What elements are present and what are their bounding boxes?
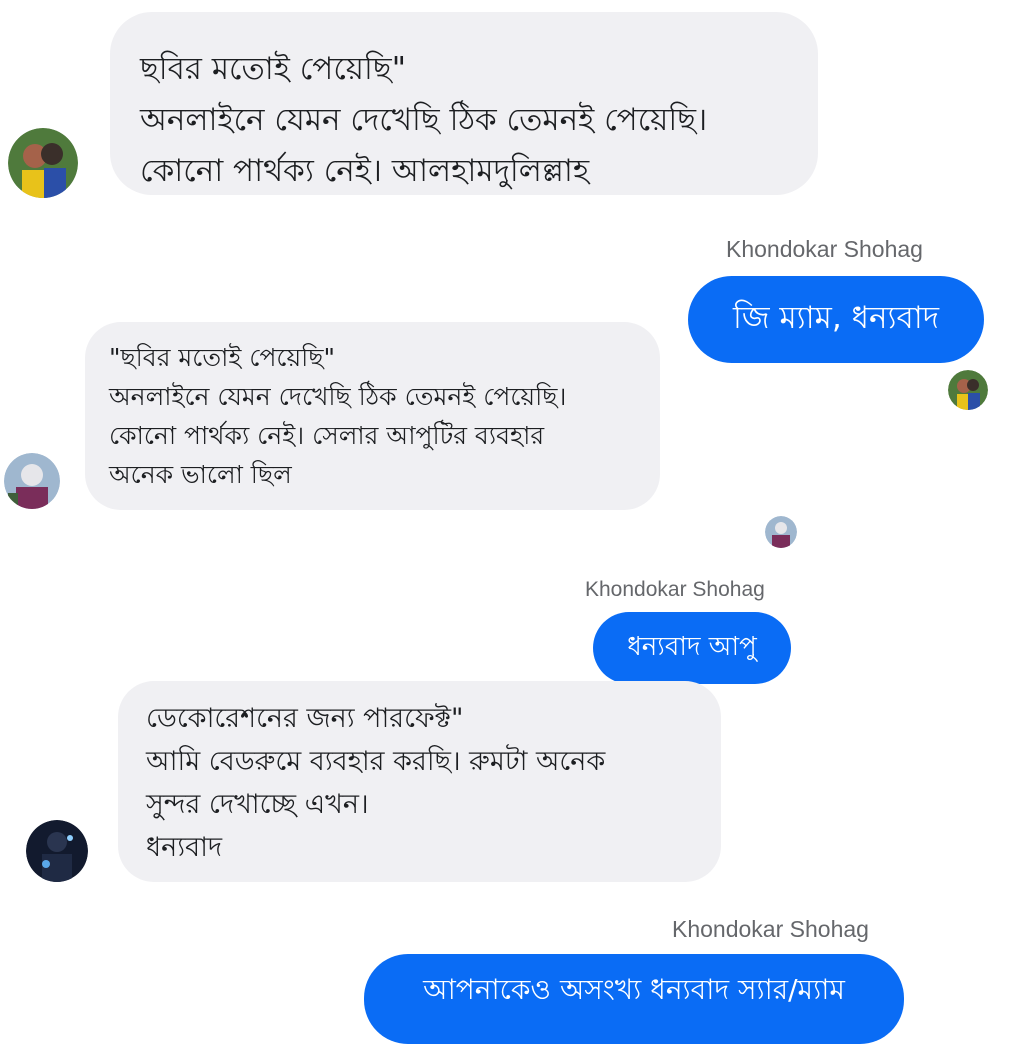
contact-avatar[interactable]: [8, 128, 78, 198]
contact-avatar[interactable]: [4, 453, 60, 509]
sender-name: Khondokar Shohag: [585, 578, 765, 601]
message-bubble-incoming[interactable]: ছবির মতোই পেয়েছি" অনলাইনে যেমন দেখেছি ঠ…: [110, 12, 818, 195]
read-receipt-avatar: [948, 370, 988, 410]
message-bubble-outgoing[interactable]: জি ম্যাম, ধন্যবাদ: [688, 276, 984, 363]
message-bubble-incoming[interactable]: ডেকোরেশনের জন্য পারফেক্ট" আমি বেডরুমে ব্…: [118, 681, 721, 882]
message-bubble-incoming[interactable]: "ছবির মতোই পেয়েছি" অনলাইনে যেমন দেখেছি …: [85, 322, 660, 510]
read-receipt-avatar: [765, 516, 797, 548]
contact-avatar[interactable]: [26, 820, 88, 882]
message-bubble-outgoing[interactable]: ধন্যবাদ আপু: [593, 612, 791, 684]
sender-name: Khondokar Shohag: [672, 916, 869, 942]
message-bubble-outgoing[interactable]: আপনাকেও অসংখ্য ধন্যবাদ স্যার/ম্যাম: [364, 954, 904, 1044]
sender-name: Khondokar Shohag: [726, 236, 923, 262]
